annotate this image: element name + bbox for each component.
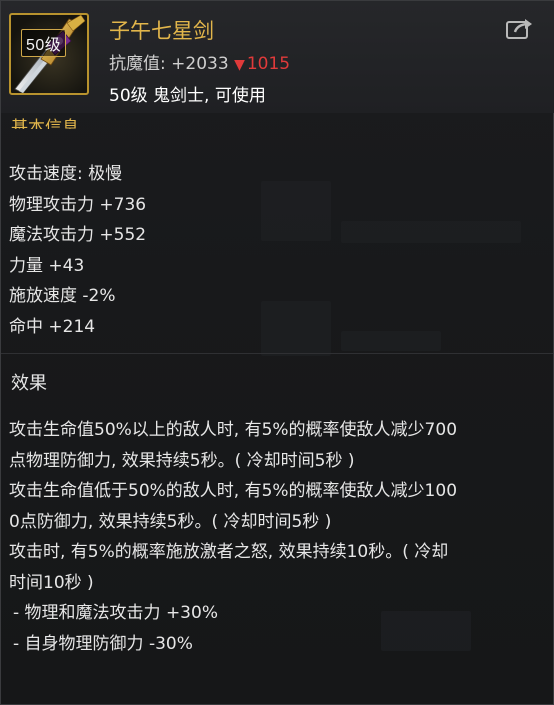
tooltip-header: 50级 子午七星剑 抗魔值: +2033 ▼ 1015 50级 鬼剑士, 可使用 [1, 1, 554, 113]
effects-list: 攻击生命值50%以上的敌人时, 有5%的概率使敌人减少700 点物理防御力, 效… [9, 415, 549, 659]
stat-physical-attack: 物理攻击力 +736 [9, 194, 147, 215]
item-name: 子午七星剑 [109, 19, 214, 43]
magic-resist-label: 抗魔值: [109, 54, 172, 74]
magic-resist-change: 1015 [246, 54, 291, 74]
stat-hit-rate: 命中 +214 [9, 316, 96, 337]
magic-resist-value: +2033 [171, 54, 229, 74]
stat-magic-attack: 魔法攻击力 +552 [9, 225, 147, 245]
stat-attack-speed: 攻击速度: 极慢 [9, 164, 123, 184]
effect-subline: - 自身物理防御力 -30% [13, 633, 193, 654]
section-divider [1, 353, 553, 354]
effect-line: 攻击生命值50%以上的敌人时, 有5%的概率使敌人减少700 [9, 420, 458, 440]
basic-info-title: 基本信息 [11, 118, 79, 129]
background-ghost-1 [261, 181, 331, 241]
effect-subline: - 物理和魔法攻击力 +30% [13, 603, 218, 623]
background-ghost-3 [261, 301, 331, 356]
stat-strength: 力量 +43 [9, 255, 85, 276]
effect-line: 点物理防御力, 效果持续5秒。( 冷却时间5秒 ) [9, 450, 355, 471]
effects-title: 效果 [11, 373, 47, 394]
background-ghost-2 [341, 221, 521, 243]
item-requirement: 50级 鬼剑士, 可使用 [109, 86, 266, 106]
effect-line: 时间10秒 ) [9, 572, 94, 593]
effect-line: 0点防御力, 效果持续5秒。( 冷却时间5秒 ) [9, 511, 332, 532]
effect-line: 攻击时, 有5%的概率施放激者之怒, 效果持续10秒。( 冷却 [9, 542, 449, 562]
share-button[interactable] [505, 17, 533, 41]
background-ghost-4 [341, 331, 441, 351]
item-icon-frame[interactable]: 50级 [9, 13, 89, 95]
decrease-arrow-icon: ▼ [234, 57, 245, 73]
stats-list: 攻击速度: 极慢 物理攻击力 +736 魔法攻击力 +552 力量 +43 施放… [9, 159, 146, 342]
magic-resist-row: 抗魔值: +2033 ▼ 1015 [109, 49, 290, 74]
item-tooltip-panel: 50级 子午七星剑 抗魔值: +2033 ▼ 1015 50级 鬼剑士, 可使用 … [0, 0, 554, 705]
share-icon [506, 19, 532, 39]
stat-cast-speed: 施放速度 -2% [9, 286, 116, 306]
effect-line: 攻击生命值低于50%的敌人时, 有5%的概率使敌人减少100 [9, 481, 458, 501]
item-level-badge: 50级 [21, 29, 67, 57]
